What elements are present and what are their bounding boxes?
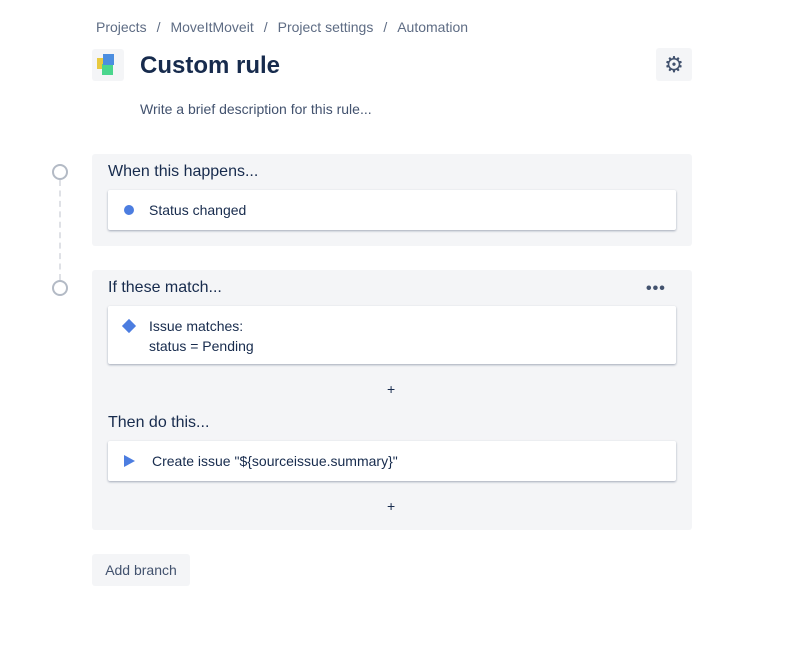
add-branch-button[interactable]: Add branch xyxy=(92,554,190,586)
action-label: Create issue "${sourceissue.summary}" xyxy=(152,453,398,469)
condition-card[interactable]: Issue matches: status = Pending xyxy=(108,306,676,364)
breadcrumb-automation[interactable]: Automation xyxy=(397,19,468,35)
page-title[interactable]: Custom rule xyxy=(140,52,280,80)
breadcrumb-project[interactable]: MoveItMoveit xyxy=(170,19,253,35)
add-action-button[interactable]: + xyxy=(387,498,395,514)
description-input[interactable]: Write a brief description for this rule.… xyxy=(140,101,372,117)
action-play-icon xyxy=(124,455,135,467)
condition-heading: If these match... xyxy=(108,279,222,296)
breadcrumb-project-settings[interactable]: Project settings xyxy=(278,19,374,35)
condition-line2: status = Pending xyxy=(149,338,254,354)
condition-diamond-icon xyxy=(121,318,137,334)
breadcrumb: Projects / MoveItMoveit / Project settings… xyxy=(96,19,469,35)
trigger-heading: When this happens... xyxy=(108,163,259,180)
trigger-dot-icon xyxy=(124,205,134,215)
trigger-card[interactable]: Status changed xyxy=(108,190,676,230)
trigger-label: Status changed xyxy=(149,202,247,218)
timeline-node xyxy=(52,164,68,180)
more-options-button[interactable]: ••• xyxy=(646,280,666,298)
settings-button[interactable]: ⚙ xyxy=(656,48,692,81)
action-card[interactable]: Create issue "${sourceissue.summary}" xyxy=(108,441,676,481)
action-heading: Then do this... xyxy=(108,414,210,431)
rule-icon xyxy=(92,49,124,81)
gear-icon: ⚙ xyxy=(664,51,684,77)
condition-line1: Issue matches: xyxy=(149,318,244,334)
add-component-button[interactable]: + xyxy=(387,381,395,397)
breadcrumb-projects[interactable]: Projects xyxy=(96,19,147,35)
timeline-node xyxy=(52,280,68,296)
timeline-connector xyxy=(59,180,61,280)
